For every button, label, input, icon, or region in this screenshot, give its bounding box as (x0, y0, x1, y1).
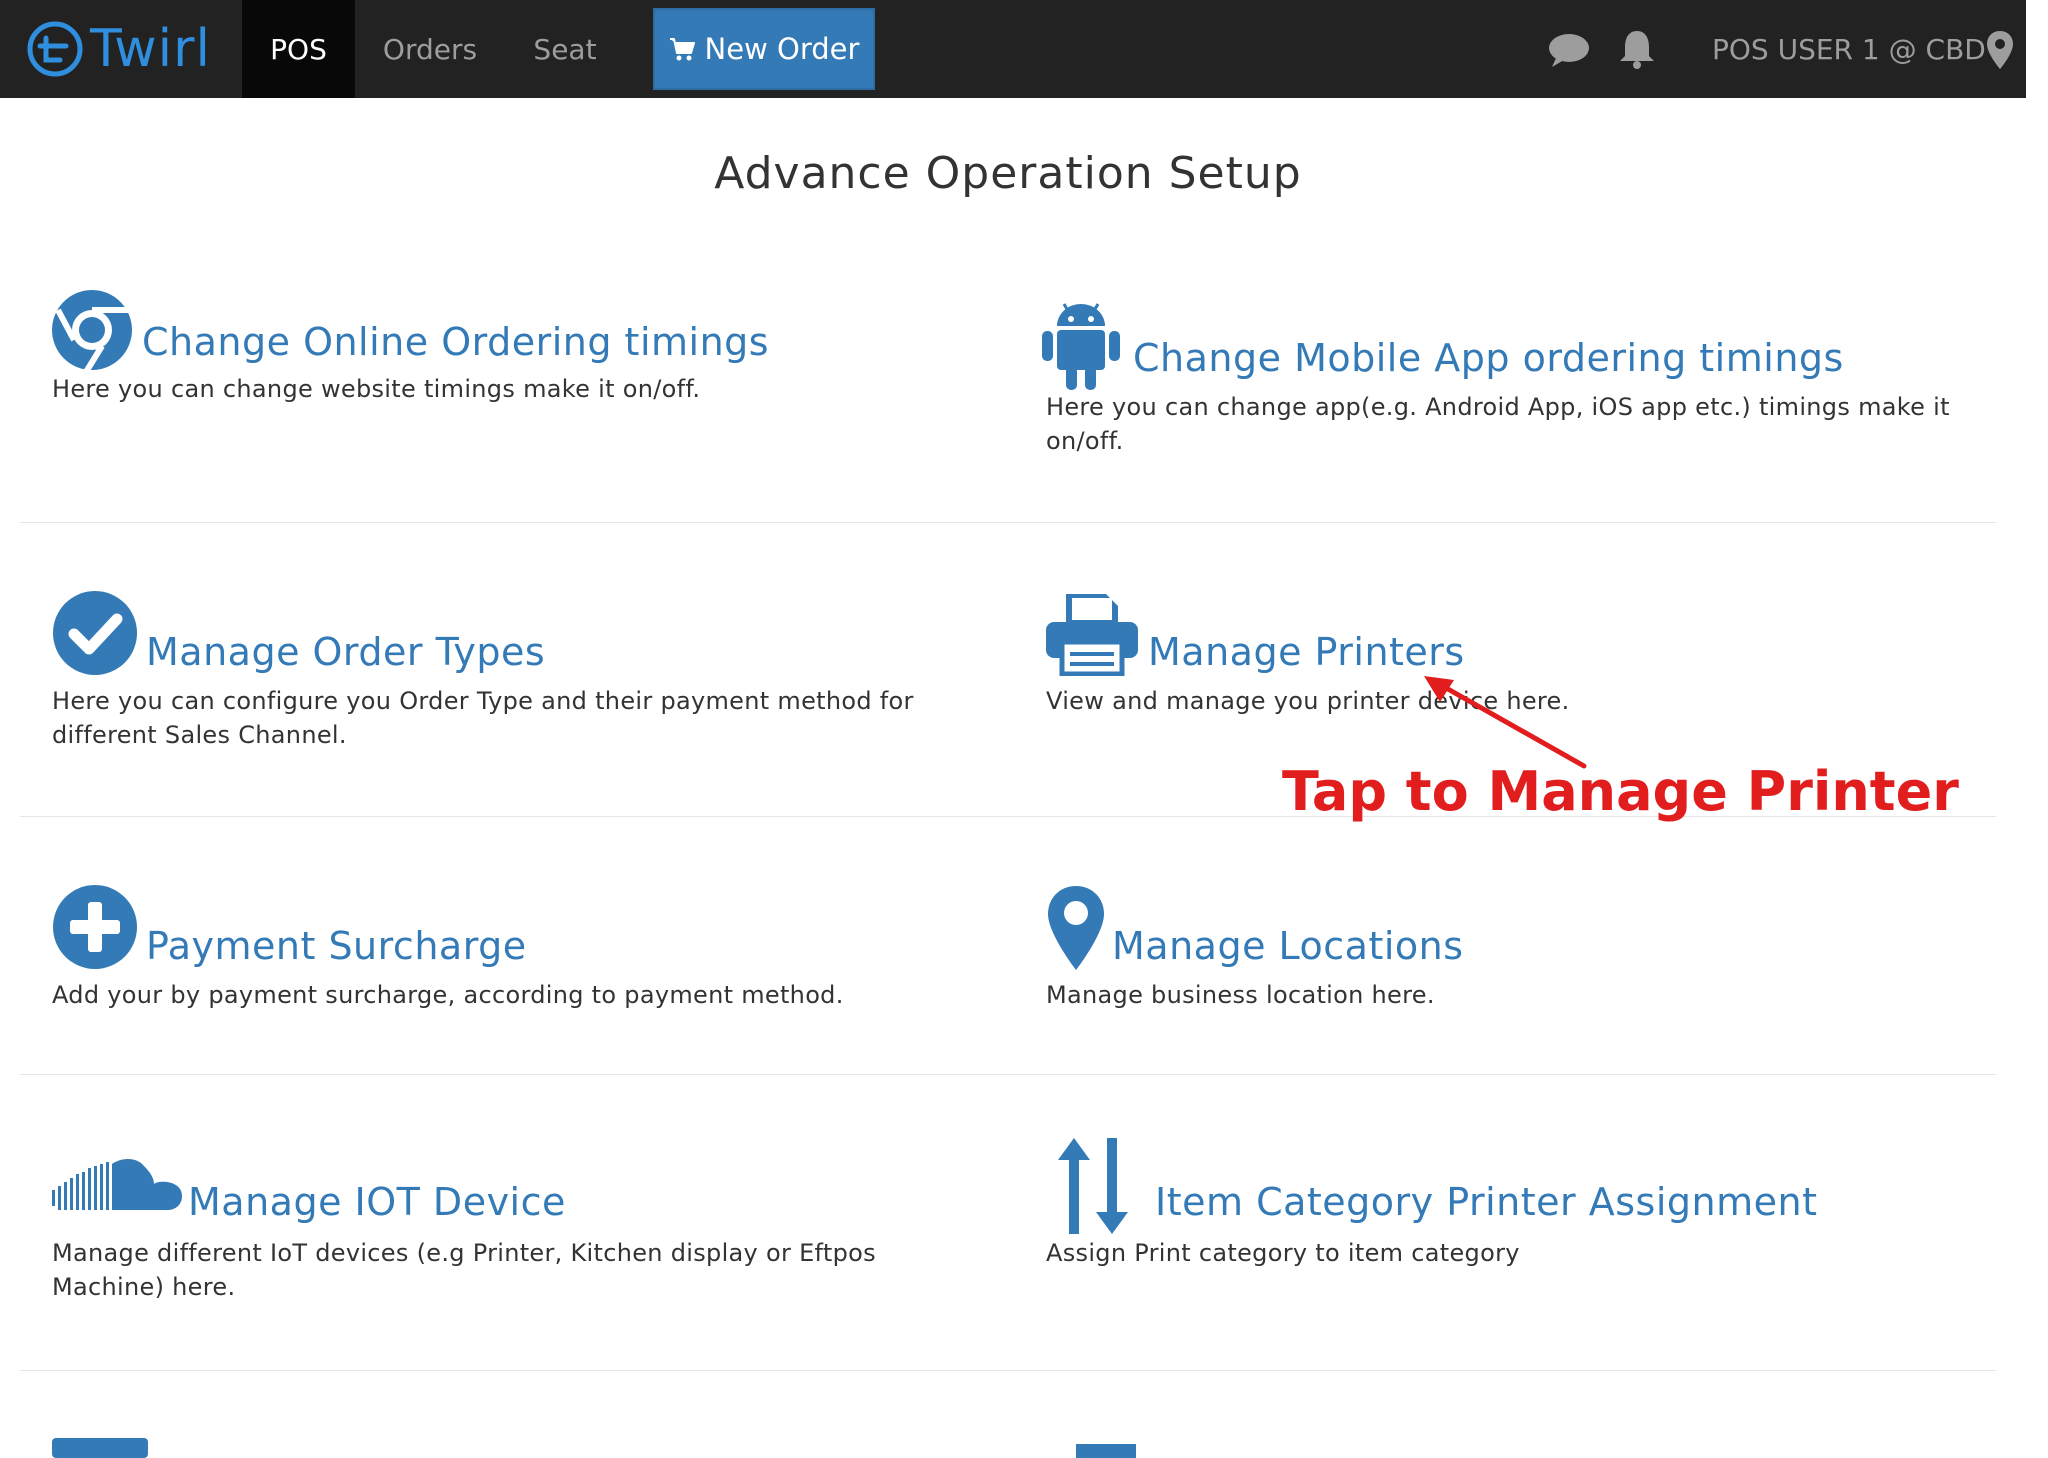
cart-icon (669, 38, 695, 61)
setting-title[interactable]: Manage Locations (1112, 924, 1464, 968)
soundcloud-icon (52, 1159, 182, 1210)
setting-title[interactable]: Item Category Printer Assignment (1155, 1180, 1817, 1224)
printer-icon (1046, 594, 1138, 676)
user-location-label[interactable]: POS USER 1 @ CBD (1712, 0, 1986, 98)
new-order-label: New Order (704, 32, 860, 66)
tab-seat[interactable]: Seat (520, 0, 610, 98)
annotation-arrow-icon (1424, 676, 1587, 769)
top-navbar: Twirl POS Orders Seat New Order POS USER… (0, 0, 2026, 98)
setting-title[interactable]: Manage IOT Device (188, 1180, 566, 1224)
page-title: Advance Operation Setup (714, 148, 1302, 199)
twirl-logo-icon (27, 21, 83, 77)
setting-description: Manage different IoT devices (e.g Printe… (52, 1239, 876, 1301)
sort-arrows-icon (1058, 1138, 1128, 1234)
row-divider (20, 1074, 1996, 1075)
tab-pos[interactable]: POS (242, 0, 355, 98)
tab-orders[interactable]: Orders (370, 0, 490, 98)
setting-description: Here you can change app(e.g. Android App… (1046, 393, 1950, 455)
grid-icon (52, 1438, 148, 1458)
logo-text: Twirl (90, 19, 211, 79)
setting-description: Add your by payment surcharge, according… (52, 981, 844, 1009)
setting-title[interactable]: Payment Surcharge (146, 924, 527, 968)
map-marker-icon[interactable] (1986, 30, 2014, 70)
tab-pos-label: POS (270, 32, 327, 66)
setting-title[interactable]: Manage Printers (1148, 630, 1465, 674)
setting-description: Here you can change website timings make… (52, 375, 701, 403)
partial-item-icon (1076, 1444, 1136, 1458)
chrome-icon (52, 290, 132, 372)
user-label-text: POS USER 1 @ CBD (1712, 32, 1986, 66)
annotation-label: Tap to Manage Printer (1282, 760, 1959, 823)
row-divider (20, 522, 1996, 523)
setting-title[interactable]: Change Online Ordering timings (142, 320, 769, 364)
bell-icon[interactable] (1618, 28, 1656, 70)
chat-icon[interactable] (1548, 32, 1590, 68)
setting-description: Manage business location here. (1046, 981, 1435, 1009)
map-marker-icon (1048, 886, 1104, 970)
tab-orders-label: Orders (382, 32, 478, 66)
setting-title[interactable]: Change Mobile App ordering timings (1133, 336, 1844, 380)
row-divider (20, 1370, 1996, 1371)
setting-title[interactable]: Manage Order Types (146, 630, 545, 674)
plus-circle-icon (53, 885, 137, 969)
setting-description: Here you can configure you Order Type an… (52, 687, 914, 749)
brand-logo[interactable]: Twirl (26, 14, 211, 84)
tab-seat-label: Seat (533, 32, 597, 66)
setting-description: Assign Print category to item category (1046, 1239, 1520, 1267)
check-circle-icon (53, 591, 137, 675)
new-order-button[interactable]: New Order (653, 8, 875, 90)
android-icon (1042, 303, 1120, 390)
